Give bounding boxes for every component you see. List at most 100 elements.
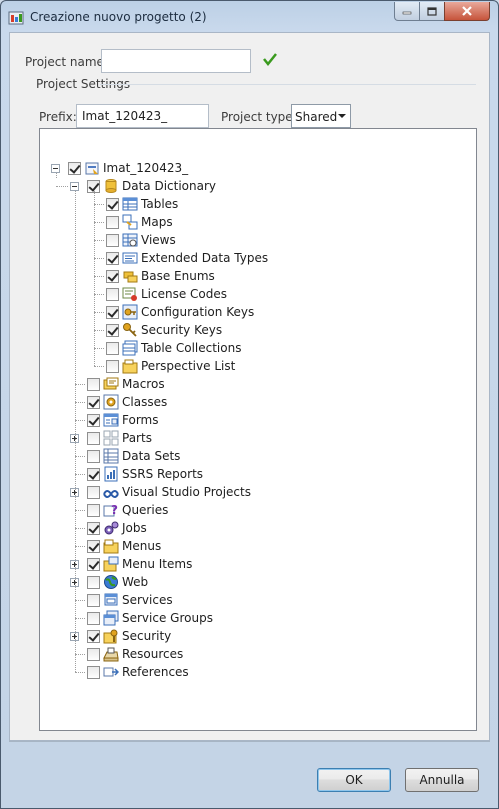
- edt-icon: [122, 252, 138, 264]
- title-bar[interactable]: Creazione nuovo progetto (2): [1, 1, 498, 33]
- collapse-icon[interactable]: [51, 164, 60, 173]
- tree-connector: [75, 474, 85, 475]
- tree-item-visual-studio-projects[interactable]: Visual Studio Projects: [40, 484, 460, 501]
- tree-checkbox[interactable]: [106, 198, 119, 211]
- menu-icon: [103, 539, 119, 554]
- tree-item-parts[interactable]: Parts: [40, 430, 460, 447]
- tree-checkbox[interactable]: [106, 270, 119, 283]
- tree-item-label: Tables: [141, 197, 179, 211]
- tree-item-web[interactable]: Web: [40, 574, 460, 591]
- tree-item-references[interactable]: References: [40, 664, 460, 681]
- window-title: Creazione nuovo progetto (2): [30, 10, 207, 24]
- tree-connector: [94, 276, 104, 277]
- tree-checkbox[interactable]: [106, 342, 119, 355]
- tree-item-services[interactable]: Services: [40, 592, 460, 609]
- map-icon: [122, 214, 138, 230]
- app-icon: [8, 11, 24, 25]
- security-icon: [103, 629, 118, 644]
- tree-checkbox[interactable]: [87, 396, 100, 409]
- tree-item-label: Imat_120423_: [103, 161, 189, 175]
- tree-item-data-sets[interactable]: Data Sets: [40, 448, 460, 465]
- tree-connector: [75, 600, 85, 601]
- tree-checkbox[interactable]: [87, 594, 100, 607]
- tree-item-service-groups[interactable]: Service Groups: [40, 610, 460, 627]
- tree-item-label: Queries: [122, 503, 169, 517]
- minimize-button[interactable]: [394, 2, 420, 21]
- tree-item-menu-items[interactable]: Menu Items: [40, 556, 460, 573]
- tree-item-macros[interactable]: Macros: [40, 376, 460, 393]
- tree-connector: [94, 312, 104, 313]
- tree-item-security[interactable]: Security: [40, 628, 460, 645]
- tree-item-jobs[interactable]: Jobs: [40, 520, 460, 537]
- tree-item-ssrs-reports[interactable]: SSRS Reports: [40, 466, 460, 483]
- perspective-icon: [122, 359, 138, 374]
- tree-checkbox[interactable]: [87, 378, 100, 391]
- cancel-button[interactable]: Annulla: [405, 768, 479, 792]
- tree-item-label: Data Dictionary: [122, 179, 217, 193]
- project-name-input[interactable]: [101, 49, 251, 73]
- query-icon: ?: [103, 503, 118, 517]
- tree-item-label: Menus: [122, 539, 162, 553]
- tree-item-resources[interactable]: Resources: [40, 646, 460, 663]
- tree-connector: [75, 384, 85, 385]
- prefix-input[interactable]: Imat_120423_: [76, 104, 209, 128]
- tree-connector: [75, 510, 85, 511]
- close-button[interactable]: [444, 2, 490, 21]
- tree-root-item[interactable]: Imat_120423_: [40, 160, 460, 177]
- tree-checkbox[interactable]: [87, 612, 100, 625]
- dialog-window: Creazione nuovo progetto (2) Project nam…: [0, 0, 499, 809]
- tree-checkbox[interactable]: [87, 450, 100, 463]
- vs-project-icon: [103, 490, 119, 498]
- tree-item-label: Visual Studio Projects: [122, 485, 251, 499]
- tree-connector: [75, 191, 76, 672]
- tree-checkbox[interactable]: [87, 648, 100, 661]
- tree-item-label: Security: [122, 629, 172, 643]
- report-icon: [104, 466, 118, 482]
- class-icon: [103, 394, 119, 410]
- service-icon: [104, 593, 118, 606]
- tree-item-classes[interactable]: Classes: [40, 394, 460, 411]
- tree-connector: [75, 456, 85, 457]
- tree-connector: [75, 528, 85, 529]
- tree-checkbox[interactable]: [87, 486, 100, 499]
- tree-checkbox[interactable]: [87, 414, 100, 427]
- tree-checkbox[interactable]: [106, 252, 119, 265]
- tree-checkbox[interactable]: [106, 234, 119, 247]
- tree-checkbox[interactable]: [106, 216, 119, 229]
- tree-item-queries[interactable]: ? Queries: [40, 502, 460, 519]
- tree-checkbox[interactable]: [106, 360, 119, 373]
- tree-checkbox[interactable]: [87, 432, 100, 445]
- tree-connector: [94, 348, 104, 349]
- tree-connector: [94, 366, 104, 367]
- license-icon: [122, 287, 137, 301]
- tree-checkbox[interactable]: [87, 558, 100, 571]
- tree-checkbox[interactable]: [87, 630, 100, 643]
- group-divider: [100, 84, 476, 85]
- object-tree[interactable]: Imat_120423_ Data Dictionary Tables Maps Vie…: [39, 128, 477, 731]
- tree-checkbox[interactable]: [68, 162, 81, 175]
- tree-checkbox[interactable]: [87, 540, 100, 553]
- tree-checkbox[interactable]: [87, 468, 100, 481]
- collapse-icon[interactable]: [70, 182, 79, 191]
- maximize-icon: [427, 6, 437, 16]
- ok-button[interactable]: OK: [317, 768, 391, 792]
- tree-checkbox[interactable]: [87, 504, 100, 517]
- tree-item-label: Macros: [122, 377, 165, 391]
- project-type-select[interactable]: Shared: [291, 104, 351, 128]
- tree-checkbox[interactable]: [87, 666, 100, 679]
- enum-icon: [123, 271, 138, 283]
- tree-checkbox[interactable]: [106, 306, 119, 319]
- tree-checkbox[interactable]: [87, 522, 100, 535]
- tree-item-label: Perspective List: [141, 359, 236, 373]
- tree-item-label: Web: [122, 575, 149, 589]
- maximize-button[interactable]: [419, 2, 445, 21]
- menu-item-icon: [103, 556, 119, 572]
- checkmark-icon: [263, 53, 277, 66]
- tree-item-forms[interactable]: Forms: [40, 412, 460, 429]
- tree-item-data-dictionary[interactable]: Data Dictionary: [40, 178, 460, 195]
- tree-checkbox[interactable]: [106, 288, 119, 301]
- tree-checkbox[interactable]: [87, 576, 100, 589]
- tree-item-menus[interactable]: Menus: [40, 538, 460, 555]
- project-type-value: Shared: [295, 110, 338, 124]
- tree-checkbox[interactable]: [106, 324, 119, 337]
